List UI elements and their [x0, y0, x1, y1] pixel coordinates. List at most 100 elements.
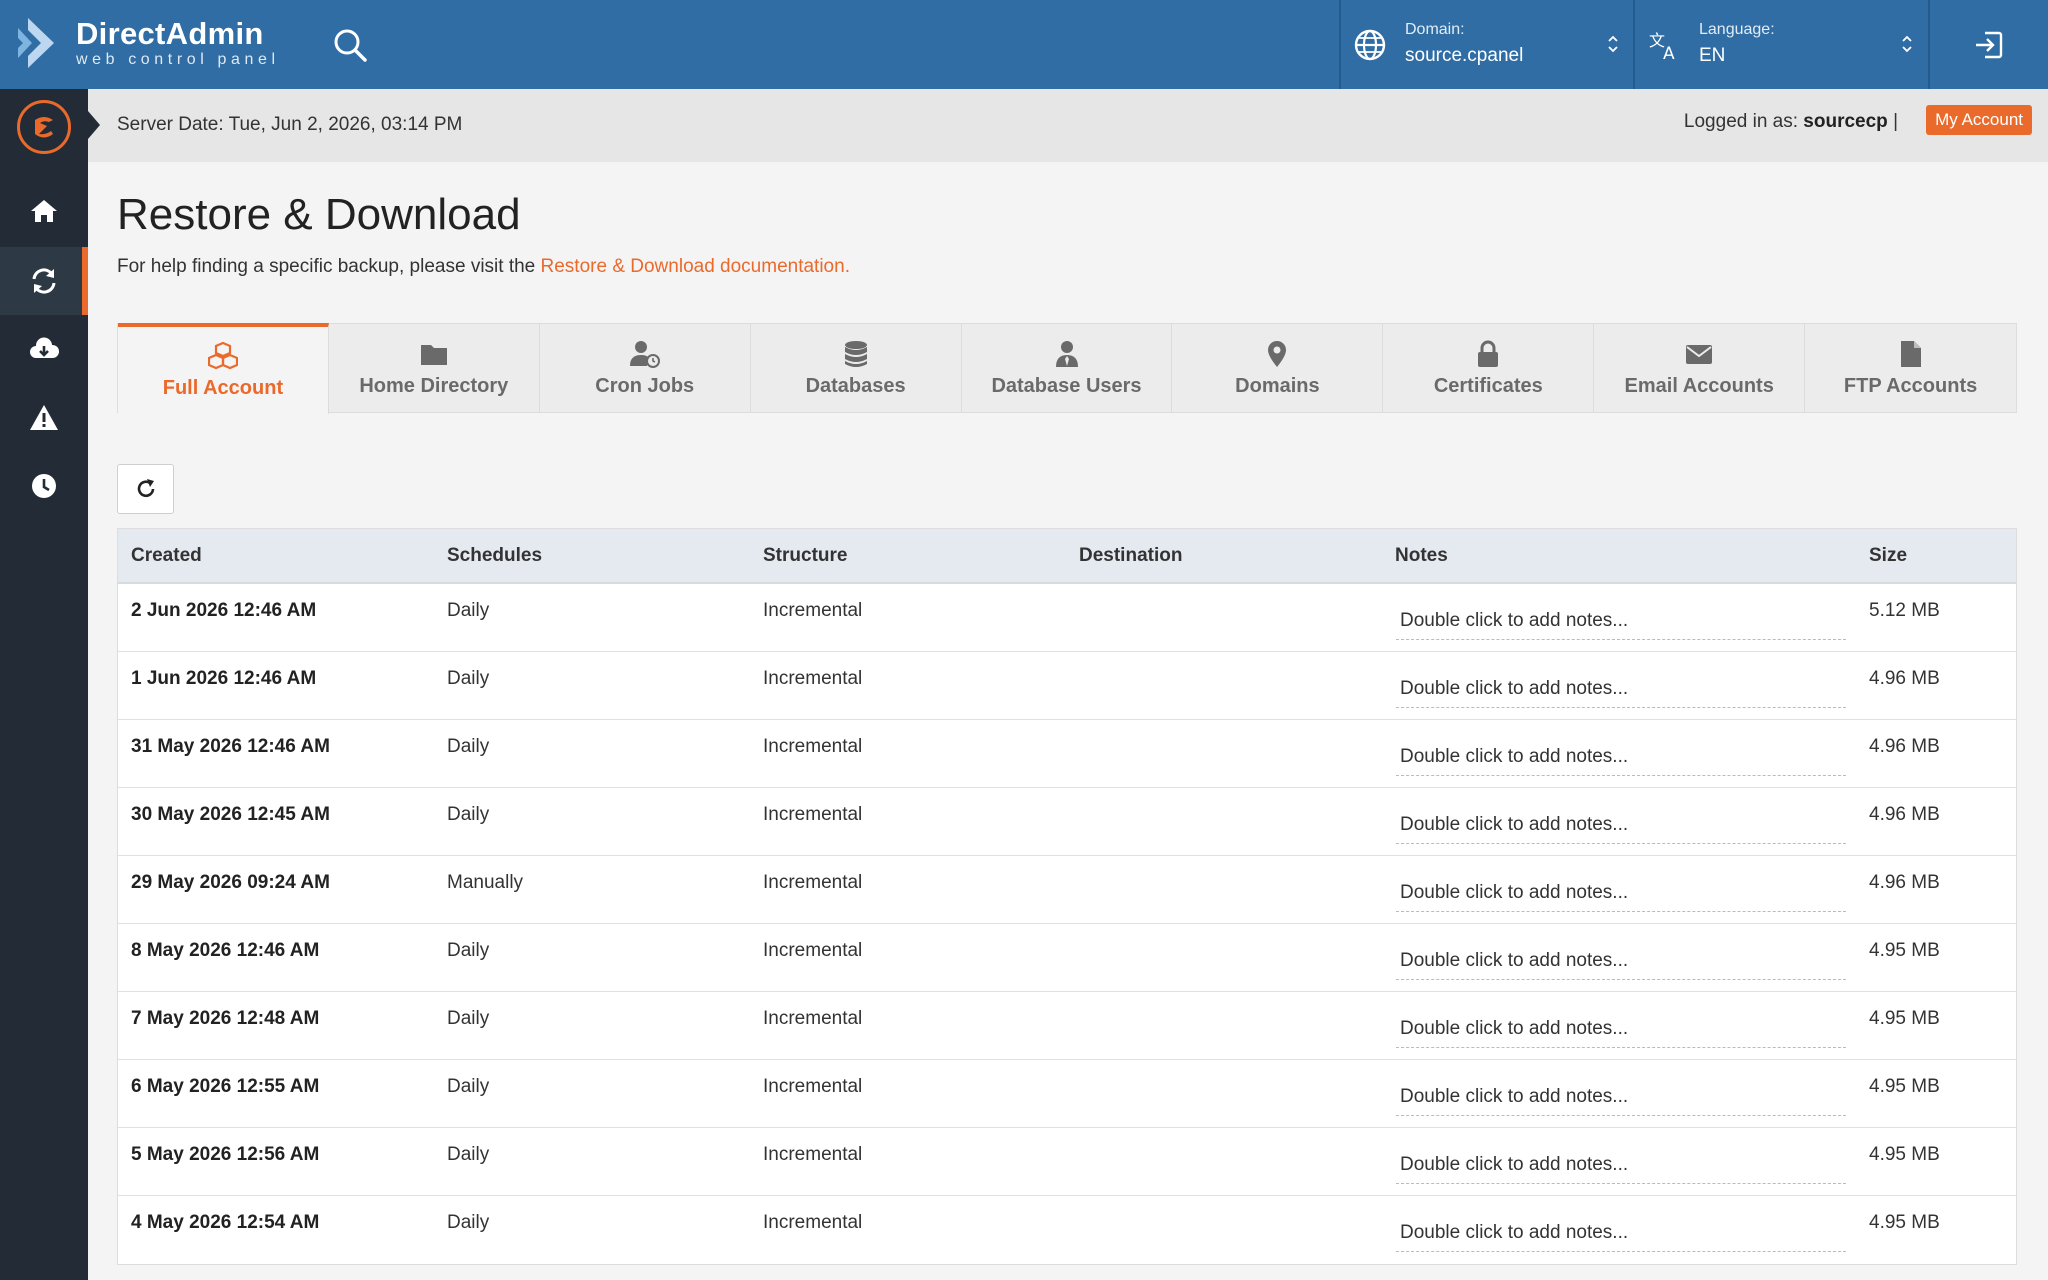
column-header-notes[interactable]: Notes [1382, 545, 1856, 567]
backup-type-tabs: Full Account Home Directory Cron Jobs Da… [117, 323, 2017, 414]
table-header: Created Schedules Structure Destination … [118, 529, 2016, 584]
sidebar-item-alerts[interactable] [0, 384, 88, 452]
language-label: Language: [1699, 20, 1775, 38]
cell-created: 8 May 2026 12:46 AM [131, 940, 320, 961]
table-row[interactable]: 29 May 2026 09:24 AM Manually Incremental 4… [118, 856, 2016, 924]
column-header-structure[interactable]: Structure [750, 545, 1066, 567]
user-avatar[interactable] [17, 100, 71, 154]
lock-icon [1478, 340, 1499, 367]
sync-icon [32, 268, 56, 294]
cell-destination [1066, 1128, 1382, 1195]
cell-structure: Incremental [763, 668, 863, 689]
tab-label: Email Accounts [1624, 375, 1774, 397]
user-tie-icon [1055, 341, 1078, 367]
directadmin-logo[interactable]: DirectAdmin web control panel [14, 14, 280, 72]
backups-table: Created Schedules Structure Destination … [117, 528, 2017, 1265]
cell-size: 4.96 MB [1869, 804, 1940, 825]
sidebar-item-home[interactable] [0, 177, 88, 245]
cell-destination [1066, 720, 1382, 787]
top-bar: DirectAdmin web control panel Domain: so… [0, 0, 2048, 89]
tab-label: FTP Accounts [1843, 375, 1978, 397]
table-row[interactable]: 31 May 2026 12:46 AM Daily Incremental 4.96… [118, 720, 2016, 788]
notes-field[interactable]: Double click to add notes... [1396, 802, 1846, 844]
tab-database-users[interactable]: Database Users [962, 324, 1173, 412]
cell-created: 2 Jun 2026 12:46 AM [131, 600, 317, 621]
sidebar [0, 89, 88, 1280]
cell-created: 30 May 2026 12:45 AM [131, 804, 330, 825]
cell-schedule: Manually [447, 872, 524, 893]
table-row[interactable]: 4 May 2026 12:54 AM Daily Incremental 4.95 … [118, 1196, 2016, 1264]
notes-field[interactable]: Double click to add notes... [1396, 1210, 1846, 1252]
tab-full-account[interactable]: Full Account [118, 323, 329, 414]
cell-created: 6 May 2026 12:55 AM [131, 1076, 320, 1097]
my-account-button[interactable]: My Account [1926, 105, 2032, 135]
cell-structure: Incremental [763, 1008, 863, 1029]
tab-ftp-accounts[interactable]: FTP Accounts [1805, 324, 2016, 412]
cubes-icon [207, 341, 238, 370]
language-selector[interactable]: 文 A Language: EN [1635, 0, 1927, 89]
documentation-link[interactable]: Restore & Download documentation. [541, 256, 850, 277]
tab-databases[interactable]: Databases [751, 324, 962, 412]
cell-destination [1066, 1060, 1382, 1127]
cell-schedule: Daily [447, 1144, 490, 1165]
notes-field[interactable]: Double click to add notes... [1396, 1006, 1846, 1048]
updown-caret-icon [1608, 35, 1618, 53]
sidebar-item-restore[interactable] [0, 247, 88, 315]
refresh-button[interactable] [117, 464, 174, 514]
cell-size: 4.95 MB [1869, 1212, 1940, 1233]
tab-label: Domains [1235, 375, 1320, 397]
table-row[interactable]: 30 May 2026 12:45 AM Daily Incremental 4.96… [118, 788, 2016, 856]
updown-caret-icon [1902, 35, 1912, 53]
column-header-size[interactable]: Size [1856, 545, 2016, 567]
svg-text:A: A [1663, 44, 1675, 62]
notes-field[interactable]: Double click to add notes... [1396, 938, 1846, 980]
domain-selector[interactable]: Domain: source.cpanel [1341, 0, 1633, 89]
server-date: Server Date: Tue, Jun 2, 2026, 03:14 PM [117, 114, 463, 135]
translate-icon: 文 A [1649, 31, 1675, 62]
tab-email-accounts[interactable]: Email Accounts [1594, 324, 1806, 412]
sidebar-item-cloud-download[interactable] [0, 315, 88, 383]
notes-field[interactable]: Double click to add notes... [1396, 1142, 1846, 1184]
logo-title: DirectAdmin [76, 16, 264, 51]
logout-button[interactable] [1930, 0, 2048, 89]
column-header-destination[interactable]: Destination [1066, 545, 1382, 567]
notes-field[interactable]: Double click to add notes... [1396, 870, 1846, 912]
column-header-schedules[interactable]: Schedules [434, 545, 750, 567]
tab-cron-jobs[interactable]: Cron Jobs [540, 324, 751, 412]
cell-size: 4.95 MB [1869, 1008, 1940, 1029]
globe-icon [1354, 29, 1386, 60]
tab-home-directory[interactable]: Home Directory [329, 324, 540, 412]
notes-field[interactable]: Double click to add notes... [1396, 598, 1846, 640]
notes-field[interactable]: Double click to add notes... [1396, 666, 1846, 708]
cell-created: 1 Jun 2026 12:46 AM [131, 668, 317, 689]
cell-destination [1066, 924, 1382, 991]
notes-field[interactable]: Double click to add notes... [1396, 734, 1846, 776]
table-row[interactable]: 5 May 2026 12:56 AM Daily Incremental 4.95 … [118, 1128, 2016, 1196]
cell-destination [1066, 584, 1382, 651]
cell-schedule: Daily [447, 1212, 490, 1233]
refresh-icon [137, 479, 154, 498]
table-row[interactable]: 8 May 2026 12:46 AM Daily Incremental 4.95 … [118, 924, 2016, 992]
cell-size: 4.96 MB [1869, 736, 1940, 757]
table-row[interactable]: 2 Jun 2026 12:46 AM Daily Incremental 5.12 … [118, 584, 2016, 652]
table-row[interactable]: 7 May 2026 12:48 AM Daily Incremental 4.95 … [118, 992, 2016, 1060]
file-icon [1900, 341, 1921, 367]
column-header-created[interactable]: Created [118, 545, 434, 567]
cell-schedule: Daily [447, 1008, 490, 1029]
cell-schedule: Daily [447, 668, 490, 689]
notes-field[interactable]: Double click to add notes... [1396, 1074, 1846, 1116]
logo-subtitle: web control panel [76, 51, 280, 68]
table-row[interactable]: 1 Jun 2026 12:46 AM Daily Incremental 4.96 … [118, 652, 2016, 720]
cell-created: 29 May 2026 09:24 AM [131, 872, 330, 893]
cell-structure: Incremental [763, 1144, 863, 1165]
tab-label: Databases [805, 375, 906, 397]
search-icon[interactable] [331, 26, 369, 64]
tab-domains[interactable]: Domains [1172, 324, 1384, 412]
cell-created: 31 May 2026 12:46 AM [131, 736, 330, 757]
cell-size: 4.95 MB [1869, 1144, 1940, 1165]
cell-schedule: Daily [447, 940, 490, 961]
cell-size: 4.96 MB [1869, 872, 1940, 893]
table-row[interactable]: 6 May 2026 12:55 AM Daily Incremental 4.95 … [118, 1060, 2016, 1128]
tab-certificates[interactable]: Certificates [1383, 324, 1595, 412]
sidebar-item-history[interactable] [0, 452, 88, 520]
